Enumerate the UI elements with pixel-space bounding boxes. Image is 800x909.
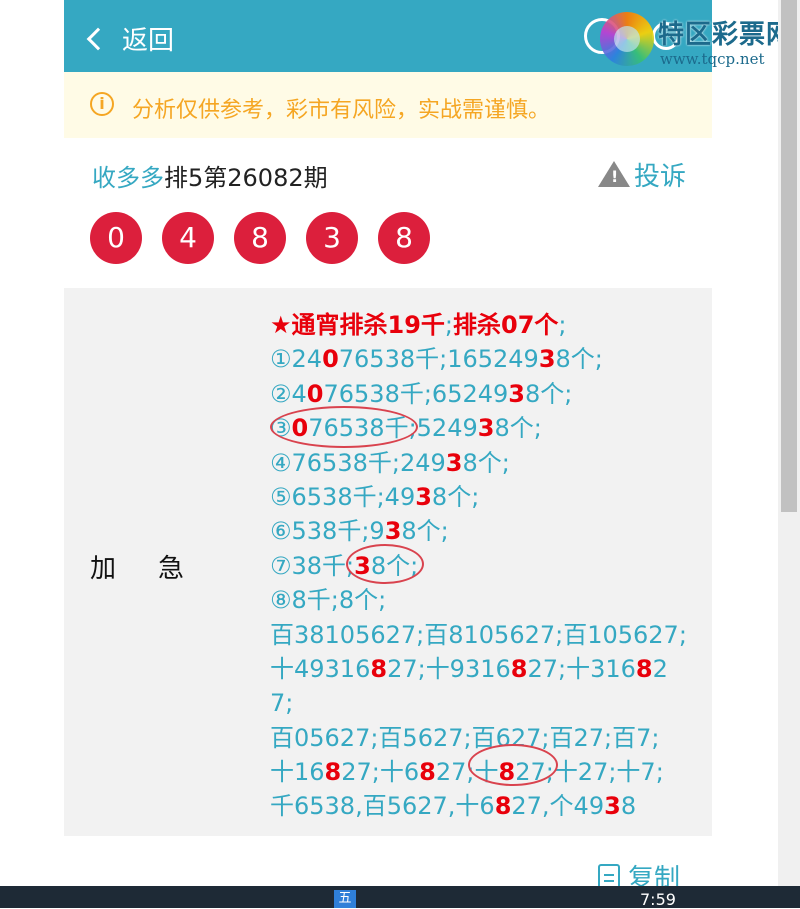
prediction-line: ⑥538千;938个; [270,514,700,548]
back-button[interactable]: 返回 [86,18,175,58]
highlight-text: 8 [635,654,653,683]
number-ball: 3 [306,212,358,264]
taskbar-clock: 7:59 [640,890,676,909]
watermark-name: 特区彩票网 [658,20,794,50]
line-text: ; [444,311,454,339]
line-text: 76538千;165249 [338,345,539,374]
highlight-text: 8 [370,654,388,683]
line-text: 27,个49 [511,792,605,821]
issue-source[interactable]: 收多多 [92,164,164,192]
prediction-line: ①24076538千;16524938个; [270,342,700,376]
warning-icon: ! [598,161,630,187]
line-text: 8个; [524,379,573,408]
line-text: ⑧8千;8个; [270,586,387,615]
highlight-text: 3 [538,345,556,374]
number-ball: 8 [234,212,286,264]
highlight-text: 8 [494,792,512,821]
line-text: ⑦38千; [270,551,355,580]
line-text: 76538千;65249 [323,379,509,408]
info-icon: i [90,92,114,116]
line-text: 8个; [494,414,542,443]
line-text: 8 [620,792,637,821]
line-text: 27;十316 [527,654,636,683]
line-text: 千6538,百5627,十6 [270,792,495,821]
issue-title: 收多多排5第26082期 [92,158,328,193]
prediction-panel: 加急 ★通宵排杀19千;排杀07个; ①24076538千;16524938个; ②… [64,288,712,836]
line-text: 8个; [431,482,480,511]
prediction-line: ⑤6538千;4938个; [270,480,700,514]
number-ball: 4 [162,212,214,264]
prediction-line: ④76538千;24938个; [270,446,700,480]
line-text: 十49316 [270,654,371,683]
line-text: 2 [652,654,668,683]
highlight-text: ★通宵排杀19千 [270,311,445,339]
panel-label: 加急 [90,548,226,585]
highlight-text: 8 [419,758,436,787]
line-text: ⑥538千;9 [270,517,385,546]
highlight-text: 3 [604,792,621,821]
highlight-text: 8 [324,758,342,787]
prediction-line: ⑧8千;8个; [270,583,700,617]
annotation-circle [270,406,418,448]
highlight-text: 3 [445,448,463,477]
panel-label-b: 急 [158,554,185,584]
prediction-line: 百38105627;百8105627;百105627; [270,618,700,652]
complain-label: 投诉 [634,161,687,192]
line-text: ; [558,311,567,339]
prediction-text: ★通宵排杀19千;排杀07个; ①24076538千;16524938个; ②407… [270,308,700,824]
logo-swirl-icon [600,12,654,66]
watermark-url: www.tqcp.net [660,50,765,68]
line-text: 27;十6 [341,758,420,787]
prediction-line: 7; [270,686,700,720]
notice-text: 分析仅供参考，彩市有风险，实战需谨慎。 [132,98,551,123]
prediction-line: ⑦38千;38个; [270,549,700,583]
prediction-line: 千6538,百5627,十6827,个4938 [270,789,700,823]
line-text: ①24 [270,345,323,374]
line-text: 8个; [401,517,449,546]
taskbar: 五 7:59 [0,886,800,909]
highlight-text: 3 [384,517,402,546]
chevron-left-icon [86,27,110,51]
annotation-circle [346,544,424,584]
line-text: 百05627;百5627;百627;百27;百7; [270,723,660,752]
annotation-circle [468,744,558,786]
watermark-logo: 特区彩票网 www.tqcp.net [600,8,800,70]
taskbar-app-icon[interactable]: 五 [334,890,356,908]
line-text: 8个; [462,448,510,477]
line-text: 7; [270,689,294,718]
complain-button[interactable]: ! 投诉 [598,156,686,192]
number-ball: 0 [90,212,142,264]
back-label: 返回 [122,25,175,56]
line-text: ④76538千;249 [270,448,446,477]
line-text: 27;十9316 [387,654,511,683]
issue-name: 排5第26082期 [164,164,328,192]
scrollbar-thumb[interactable] [781,0,797,512]
line-text: 百38105627;百8105627;百105627; [270,620,687,649]
highlight-text: 3 [508,379,525,408]
line-text: ②4 [270,379,307,408]
highlight-text: 0 [322,345,339,374]
draw-numbers: 0 4 8 3 8 [90,212,450,264]
number-ball: 8 [378,212,430,264]
line-text: 十16 [270,758,325,787]
line-text: 8个; [555,345,603,374]
prediction-headline: ★通宵排杀19千;排杀07个; [270,308,700,342]
highlight-text: 排杀07个 [453,311,559,339]
highlight-text: 8 [510,654,528,683]
prediction-line: 十49316827;十9316827;十31682 [270,652,700,686]
highlight-text: 0 [306,379,324,408]
highlight-text: 3 [477,414,495,443]
risk-notice: i 分析仅供参考，彩市有风险，实战需谨慎。 [64,72,712,138]
panel-label-a: 加 [90,554,117,584]
line-text: ⑤6538千;49 [270,482,416,511]
highlight-text: 3 [415,482,432,511]
